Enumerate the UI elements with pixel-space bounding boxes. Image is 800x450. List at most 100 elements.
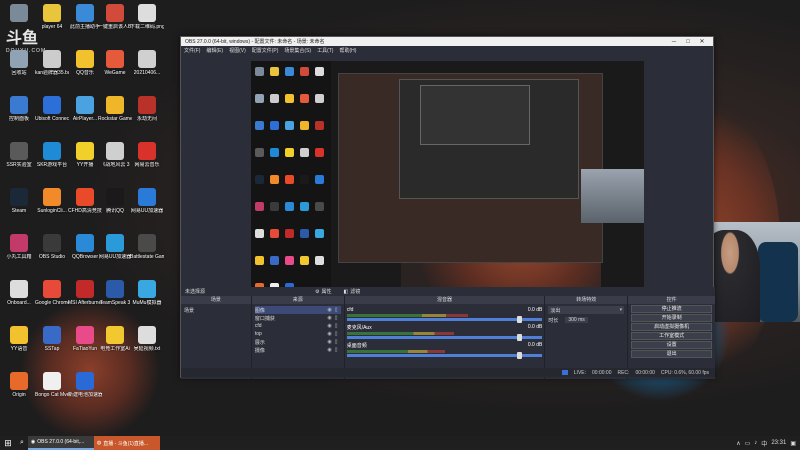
source-item[interactable]: 摄像 ◉ ▯ (255, 346, 341, 354)
desktop-icon[interactable]: Onboard... (2, 280, 36, 306)
lock-icon[interactable]: ▯ (335, 315, 341, 321)
volume-icon[interactable]: ♪ (754, 440, 757, 446)
network-icon[interactable]: ▭ (745, 440, 751, 447)
duration-input[interactable]: 300 ms (565, 317, 588, 323)
close-icon[interactable]: ✕ (695, 38, 709, 45)
windows-logo-icon[interactable]: ⊞ (0, 438, 16, 449)
taskbar-browser[interactable]: ◍ 直播 - 斗鱼(1)直播... (93, 436, 160, 450)
tray-arrow-icon[interactable]: ∧ (736, 440, 740, 447)
desktop-icon[interactable]: 一键重启该人BIOS (98, 4, 132, 30)
desktop-icon[interactable]: QQ音乐 (68, 50, 102, 76)
source-item[interactable]: 图像 ◉ ▯ (254, 306, 341, 314)
source-item[interactable]: 窗口捕获 ◉ ▯ (255, 314, 341, 322)
desktop-icon[interactable]: Ubisoft Connect (35, 96, 69, 122)
desktop-icon[interactable]: 新建电池加速器 (68, 372, 102, 398)
desktop-icon[interactable]: YY开播 (68, 142, 102, 168)
eye-icon[interactable]: ◉ (320, 331, 331, 337)
desktop-icon[interactable]: 20210406... (130, 50, 164, 76)
control-button[interactable]: 设置 (631, 341, 713, 349)
desktop-icon[interactable]: 永劫无间 (130, 96, 164, 122)
desktop-icon[interactable]: 小丸工具箱 (2, 234, 36, 260)
desktop-icon[interactable]: 此前主播助手 (68, 4, 102, 30)
desktop-icon[interactable]: 网易UU加速器 (130, 188, 164, 214)
desktop-icon[interactable]: 电竞工作室Ai (98, 326, 132, 352)
gear-icon[interactable]: ⚙ (315, 289, 319, 295)
desktop-icon[interactable]: 腾讯QQ (98, 188, 132, 214)
scene-item[interactable]: 场景 (184, 306, 248, 314)
desktop-icon[interactable]: 回收站 (2, 50, 36, 76)
transition-select[interactable]: 淡出 ▾ (548, 306, 625, 314)
desktop-icon[interactable]: 网易UU加速器 (98, 234, 132, 260)
lock-icon[interactable]: ▯ (335, 339, 341, 345)
search-icon[interactable]: ⌕ (16, 439, 28, 447)
volume-slider[interactable] (346, 352, 543, 359)
volume-slider[interactable] (346, 334, 543, 341)
desktop-icon[interactable] (2, 4, 36, 24)
desktop-icon[interactable]: MSI Afterburner (68, 280, 102, 306)
eye-icon[interactable]: ◉ (320, 347, 331, 353)
minimize-icon[interactable]: ─ (667, 39, 681, 45)
obs-preview[interactable] (251, 61, 644, 311)
desktop-icon[interactable]: 《战地风云 3 (98, 142, 132, 168)
properties-button[interactable]: 属性 (321, 288, 331, 295)
desktop-icon[interactable]: 网易云音乐 (130, 142, 164, 168)
desktop-icon[interactable]: Rockstar Games... (98, 96, 132, 122)
eye-icon[interactable]: ◉ (320, 323, 331, 329)
lock-icon[interactable]: ▯ (335, 347, 341, 353)
filters-button[interactable]: 滤镜 (350, 288, 360, 295)
source-item[interactable]: cfd ◉ ▯ (255, 322, 341, 330)
desktop-icon[interactable]: SKR游戏平台 (35, 142, 69, 168)
lock-icon[interactable]: ▯ (335, 331, 341, 337)
menu-profile[interactable]: 配置文件(P) (252, 47, 279, 54)
menu-help[interactable]: 帮助(H) (339, 47, 356, 54)
clock[interactable]: 23:31 (771, 440, 786, 446)
obs-window[interactable]: OBS 27.0.0 (64-bit, windows) - 配置文件: 未命名… (180, 36, 716, 379)
desktop-icon[interactable]: kan验牌器35.bat (35, 50, 69, 76)
taskbar-obs[interactable]: ◉ OBS 27.0.0 (64-bit,... (27, 436, 94, 450)
desktop-icon[interactable]: Battlestate Games L... (130, 234, 164, 260)
desktop-icon[interactable]: 控制面板 (2, 96, 36, 122)
control-button[interactable]: 开始录制 (631, 314, 713, 322)
desktop-icon[interactable]: SSR实验室 (2, 142, 36, 168)
desktop-icon[interactable]: SSTap (35, 326, 69, 352)
menu-scene-collection[interactable]: 场景集合(S) (284, 47, 311, 54)
desktop-icon[interactable]: player 64 (35, 4, 69, 30)
lock-icon[interactable]: ▯ (335, 307, 341, 313)
lock-icon[interactable]: ▯ (335, 323, 341, 329)
control-button[interactable]: 工作室模式 (631, 332, 713, 340)
desktop-icon[interactable]: QQBrowser (68, 234, 102, 260)
desktop-icon[interactable]: Steam (2, 188, 36, 214)
maximize-icon[interactable]: □ (681, 39, 695, 45)
source-item[interactable]: 展示 ◉ ▯ (255, 338, 341, 346)
desktop-icon[interactable]: OBS Studio (35, 234, 69, 260)
desktop-icon[interactable]: WeGame (98, 50, 132, 76)
desktop-icon[interactable]: 吴延视频.txt (130, 326, 164, 352)
desktop-icon[interactable]: TeamSpeak 3 (98, 280, 132, 306)
menu-view[interactable]: 视图(V) (229, 47, 246, 54)
desktop-icon[interactable]: Google Chrome (35, 280, 69, 306)
notification-icon[interactable]: ▣ (790, 440, 796, 447)
menu-edit[interactable]: 编辑(E) (206, 47, 223, 54)
desktop-icon[interactable]: FaTiaoYun (68, 326, 102, 352)
control-button[interactable]: 停止推流 (631, 305, 713, 313)
volume-slider[interactable] (346, 316, 543, 323)
obs-titlebar[interactable]: OBS 27.0.0 (64-bit, windows) - 配置文件: 未命名… (181, 37, 713, 46)
eye-icon[interactable]: ◉ (320, 339, 331, 345)
desktop-icon[interactable]: Origin (2, 372, 36, 398)
desktop-icon[interactable]: MuMu模拟器 (130, 280, 164, 306)
source-item[interactable]: top ◉ ▯ (255, 330, 341, 338)
filter-icon[interactable]: ◧ (344, 289, 349, 295)
eye-icon[interactable]: ◉ (320, 315, 331, 321)
ime-icon[interactable]: 中 (761, 439, 767, 448)
desktop-icon[interactable]: SunloginCli... (35, 188, 69, 214)
desktop-icon[interactable]: 下载二维码.png (130, 4, 164, 30)
menu-file[interactable]: 文件(F) (184, 47, 200, 54)
desktop-icon[interactable]: CFHD高清竞技大区 (68, 188, 102, 214)
desktop-icon[interactable]: AirPlayer... (68, 96, 102, 122)
menu-tools[interactable]: 工具(T) (317, 47, 333, 54)
control-button[interactable]: 退出 (631, 350, 713, 358)
desktop-icon[interactable]: Bongo Cat Mver.exe (35, 372, 69, 398)
desktop-icon[interactable]: YY语音 (2, 326, 36, 352)
control-button[interactable]: 启动虚拟摄像机 (631, 323, 713, 331)
eye-icon[interactable]: ◉ (320, 307, 331, 313)
